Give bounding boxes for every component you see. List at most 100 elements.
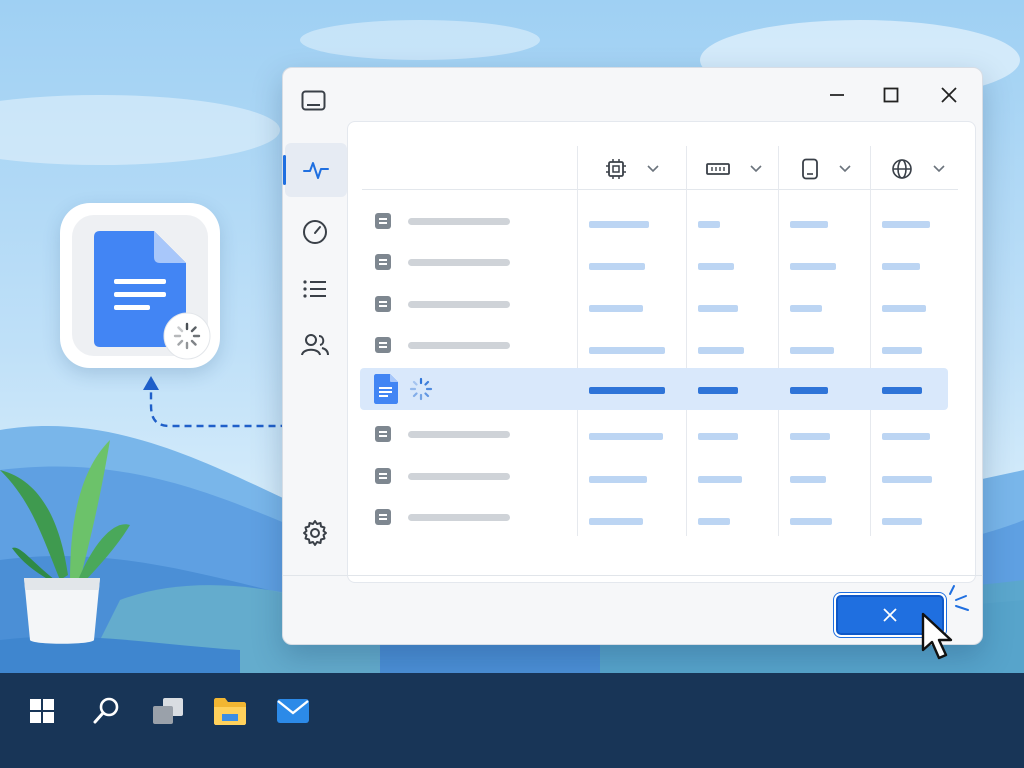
network-usage-bar bbox=[882, 305, 926, 312]
cpu-usage-bar bbox=[589, 433, 663, 440]
memory-usage-bar bbox=[698, 433, 738, 440]
start-button[interactable] bbox=[22, 691, 62, 731]
disk-usage-bar bbox=[790, 263, 836, 270]
file-explorer-button[interactable] bbox=[210, 691, 250, 731]
memory-usage-bar bbox=[698, 347, 744, 354]
mail-icon bbox=[277, 699, 309, 723]
minimize-icon bbox=[830, 94, 844, 96]
process-icon bbox=[375, 254, 391, 270]
table-row-selected[interactable] bbox=[360, 368, 948, 410]
performance-icon bbox=[303, 162, 329, 179]
close-icon bbox=[883, 608, 897, 622]
process-table bbox=[347, 121, 976, 583]
memory-usage-bar bbox=[698, 221, 720, 228]
chevron-down-icon bbox=[750, 165, 762, 173]
disk-usage-bar bbox=[790, 518, 832, 525]
table-row[interactable] bbox=[362, 242, 946, 284]
process-icon bbox=[375, 509, 391, 525]
network-usage-bar bbox=[882, 476, 932, 483]
cpu-usage-bar bbox=[589, 476, 647, 483]
chevron-down-icon bbox=[839, 165, 851, 173]
table-row[interactable] bbox=[362, 201, 946, 243]
sidebar-item-users[interactable] bbox=[283, 318, 347, 372]
process-name-placeholder bbox=[408, 259, 510, 266]
memory-usage-bar bbox=[698, 476, 742, 483]
disk-usage-bar bbox=[790, 347, 834, 354]
search-button[interactable] bbox=[86, 691, 126, 731]
table-row[interactable] bbox=[362, 284, 946, 326]
process-name-placeholder bbox=[408, 218, 510, 225]
cpu-usage-bar bbox=[589, 387, 665, 394]
windows-start-icon bbox=[30, 699, 54, 723]
cpu-usage-bar bbox=[589, 263, 645, 270]
process-name-placeholder bbox=[408, 301, 510, 308]
process-name-placeholder bbox=[408, 473, 510, 480]
header-divider bbox=[362, 189, 958, 190]
cpu-icon bbox=[606, 159, 626, 179]
table-row[interactable] bbox=[362, 456, 946, 498]
table-row[interactable] bbox=[362, 497, 946, 539]
process-icon bbox=[375, 296, 391, 312]
minimize-button[interactable] bbox=[815, 78, 859, 112]
disk-usage-bar bbox=[790, 433, 830, 440]
chevron-down-icon bbox=[647, 165, 659, 173]
footer-divider bbox=[283, 575, 982, 576]
sidebar-item-speed[interactable] bbox=[283, 205, 347, 259]
column-header-memory[interactable] bbox=[688, 142, 780, 196]
network-usage-bar bbox=[882, 221, 930, 228]
gear-icon bbox=[303, 520, 327, 546]
network-usage-bar bbox=[882, 387, 922, 394]
column-header-disk[interactable] bbox=[780, 142, 872, 196]
sidebar-item-settings[interactable] bbox=[283, 506, 347, 560]
cpu-usage-bar bbox=[589, 347, 665, 354]
users-icon bbox=[301, 334, 329, 356]
speedometer-icon bbox=[303, 220, 327, 244]
disk-usage-bar bbox=[790, 221, 828, 228]
sidebar-item-performance[interactable] bbox=[283, 143, 347, 197]
chevron-down-icon bbox=[933, 165, 945, 173]
spinner-icon bbox=[409, 377, 433, 401]
close-button[interactable] bbox=[927, 78, 971, 112]
process-name-placeholder bbox=[408, 342, 510, 349]
process-name-placeholder bbox=[408, 514, 510, 521]
cpu-usage-bar bbox=[589, 518, 643, 525]
network-usage-bar bbox=[882, 263, 920, 270]
network-icon bbox=[892, 159, 912, 179]
file-explorer-icon bbox=[214, 698, 246, 725]
task-manager-icon bbox=[301, 90, 327, 117]
process-icon bbox=[375, 426, 391, 442]
search-icon bbox=[93, 697, 119, 724]
cpu-usage-bar bbox=[589, 305, 643, 312]
disk-usage-bar bbox=[790, 387, 828, 394]
process-icon bbox=[375, 213, 391, 229]
mouse-cursor-icon bbox=[921, 612, 953, 660]
taskbar bbox=[0, 673, 1024, 768]
table-row[interactable] bbox=[362, 414, 946, 456]
task-view-icon bbox=[153, 698, 183, 724]
sidebar-item-processes[interactable] bbox=[283, 262, 347, 316]
memory-usage-bar bbox=[698, 305, 738, 312]
memory-usage-bar bbox=[698, 263, 734, 270]
network-usage-bar bbox=[882, 518, 922, 525]
cpu-usage-bar bbox=[589, 221, 649, 228]
table-row[interactable] bbox=[362, 325, 946, 367]
column-header-network[interactable] bbox=[872, 142, 964, 196]
list-icon bbox=[303, 280, 326, 298]
google-docs-icon bbox=[374, 374, 398, 404]
maximize-icon bbox=[883, 87, 899, 103]
memory-usage-bar bbox=[698, 518, 730, 525]
process-name-placeholder bbox=[408, 431, 510, 438]
maximize-button[interactable] bbox=[869, 78, 913, 112]
memory-icon bbox=[706, 163, 730, 175]
process-icon bbox=[375, 468, 391, 484]
network-usage-bar bbox=[882, 347, 922, 354]
column-header-cpu[interactable] bbox=[578, 142, 686, 196]
close-icon bbox=[941, 87, 957, 103]
memory-usage-bar bbox=[698, 387, 738, 394]
mail-button[interactable] bbox=[273, 691, 313, 731]
disk-icon bbox=[802, 158, 818, 180]
task-manager-window bbox=[282, 67, 983, 645]
network-usage-bar bbox=[882, 433, 930, 440]
task-view-button[interactable] bbox=[148, 691, 188, 731]
process-icon bbox=[375, 337, 391, 353]
